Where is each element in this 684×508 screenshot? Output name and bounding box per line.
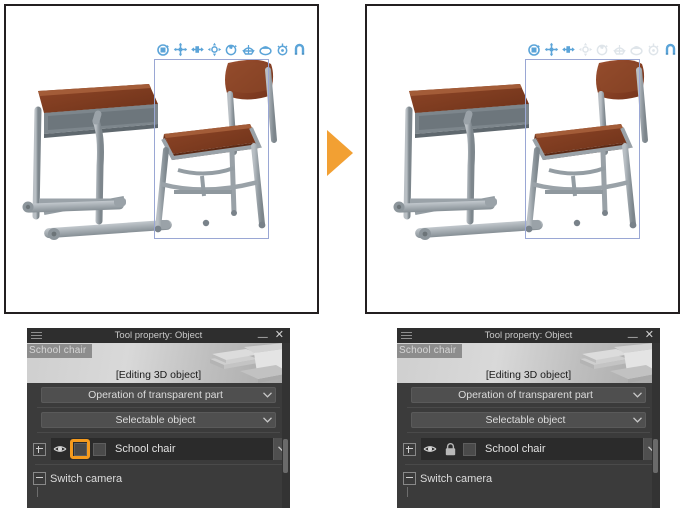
expand-object-button[interactable] bbox=[403, 442, 416, 456]
tree-connector-line bbox=[407, 487, 408, 497]
lock-closed-icon bbox=[445, 442, 455, 455]
rotate-object-icon[interactable] bbox=[527, 42, 542, 57]
move-depth-icon[interactable] bbox=[561, 42, 576, 57]
object-preview-strip: School chair [Editing 3D object] bbox=[397, 343, 660, 383]
chevron-down-icon bbox=[629, 417, 645, 423]
lock-toggle[interactable] bbox=[69, 438, 91, 460]
object-name-label: School chair bbox=[485, 443, 546, 455]
minimize-button[interactable]: — bbox=[628, 332, 638, 343]
minimize-button[interactable]: — bbox=[258, 332, 268, 343]
object-checkbox[interactable] bbox=[93, 442, 106, 456]
preview-object-chip: School chair bbox=[27, 344, 93, 358]
dropdown-label: Selectable object bbox=[485, 414, 566, 426]
dropdown-row-selectable: Selectable object bbox=[27, 408, 290, 428]
tree-connector-line bbox=[37, 487, 38, 497]
tool-property-panel-before[interactable]: Tool property: Object — ✕ School chair [… bbox=[27, 328, 290, 508]
rotate-camera-icon bbox=[612, 42, 627, 57]
switch-camera-tree-item[interactable]: Switch camera bbox=[397, 472, 660, 497]
dropdown-label: Operation of transparent part bbox=[458, 389, 593, 401]
panel-scrollbar[interactable] bbox=[282, 343, 290, 508]
chevron-down-icon bbox=[629, 392, 645, 398]
zoom-camera-icon bbox=[646, 42, 661, 57]
window-controls[interactable]: — ✕ bbox=[628, 330, 660, 344]
move-depth-icon[interactable] bbox=[190, 42, 205, 57]
dropdown-operation-of-transparent-part[interactable]: Operation of transparent part bbox=[411, 387, 646, 403]
visibility-eye-icon[interactable] bbox=[51, 444, 69, 454]
pan-camera-icon[interactable] bbox=[258, 42, 273, 57]
dropdown-label: Operation of transparent part bbox=[88, 389, 223, 401]
rotate-object-icon[interactable] bbox=[156, 42, 171, 57]
move-object-icon[interactable] bbox=[544, 42, 559, 57]
close-button[interactable]: ✕ bbox=[275, 330, 284, 341]
panel-scrollbar[interactable] bbox=[652, 343, 660, 508]
object-checkbox[interactable] bbox=[463, 442, 476, 456]
object-preview-strip: School chair [Editing 3D object] bbox=[27, 343, 290, 383]
panel-titlebar[interactable]: Tool property: Object — ✕ bbox=[27, 328, 290, 343]
panel-titlebar[interactable]: Tool property: Object — ✕ bbox=[397, 328, 660, 343]
preview-status-text: [Editing 3D object] bbox=[485, 369, 572, 381]
hamburger-menu-icon[interactable] bbox=[401, 328, 417, 343]
object-list-row-wrapper: School chair bbox=[397, 433, 660, 460]
switch-camera-label: Switch camera bbox=[420, 472, 493, 485]
panel-scrollbar-thumb[interactable] bbox=[283, 439, 288, 473]
panel-title: Tool property: Object bbox=[114, 330, 203, 341]
window-controls[interactable]: — ✕ bbox=[258, 330, 290, 344]
preview-object-chip: School chair bbox=[397, 344, 463, 358]
move-object-icon[interactable] bbox=[173, 42, 188, 57]
panel-scrollbar-thumb[interactable] bbox=[653, 439, 658, 473]
object-name-label: School chair bbox=[115, 443, 176, 455]
scene-3d-after[interactable] bbox=[367, 6, 678, 312]
divider bbox=[35, 464, 282, 465]
flow-arrow-icon bbox=[327, 130, 353, 176]
tool-property-panel-after[interactable]: Tool property: Object — ✕ School chair [… bbox=[397, 328, 660, 508]
viewport-after[interactable] bbox=[365, 4, 680, 314]
rotate-camera-icon[interactable] bbox=[241, 42, 256, 57]
chevron-down-icon bbox=[259, 417, 275, 423]
collapse-switch-camera-button[interactable] bbox=[403, 472, 416, 485]
preview-status-text: [Editing 3D object] bbox=[115, 369, 202, 381]
selection-bounding-box-after[interactable] bbox=[525, 59, 640, 239]
dropdown-row-transparent: Operation of transparent part bbox=[397, 383, 660, 403]
selection-bounding-box-before[interactable] bbox=[154, 59, 269, 239]
viewport-before[interactable] bbox=[4, 4, 319, 314]
object-list-row[interactable]: School chair bbox=[51, 438, 290, 460]
magnet-snap-icon[interactable] bbox=[292, 42, 307, 57]
switch-camera-label: Switch camera bbox=[50, 472, 123, 485]
dropdown-label: Selectable object bbox=[115, 414, 196, 426]
object-gizmo-toolbar-before[interactable] bbox=[156, 42, 307, 57]
pan-camera-icon bbox=[629, 42, 644, 57]
figure-root: Tool property: Object — ✕ School chair [… bbox=[0, 0, 684, 508]
object-gizmo-toolbar-after[interactable] bbox=[527, 42, 678, 57]
move-root-icon[interactable] bbox=[207, 42, 222, 57]
chevron-down-icon bbox=[259, 392, 275, 398]
magnet-snap-icon[interactable] bbox=[663, 42, 678, 57]
divider bbox=[405, 464, 652, 465]
dropdown-selectable-object[interactable]: Selectable object bbox=[41, 412, 276, 428]
object-list-row[interactable]: School chair bbox=[421, 438, 660, 460]
rotate-part-icon[interactable] bbox=[224, 42, 239, 57]
lock-toggle[interactable] bbox=[439, 438, 461, 460]
close-button[interactable]: ✕ bbox=[645, 330, 654, 341]
scene-3d-before[interactable] bbox=[6, 6, 317, 312]
collapse-switch-camera-button[interactable] bbox=[33, 472, 46, 485]
dropdown-selectable-object[interactable]: Selectable object bbox=[411, 412, 646, 428]
hamburger-menu-icon[interactable] bbox=[31, 328, 47, 343]
move-root-icon bbox=[578, 42, 593, 57]
panel-title: Tool property: Object bbox=[484, 330, 573, 341]
lock-unlocked-box bbox=[73, 442, 87, 456]
rotate-part-icon bbox=[595, 42, 610, 57]
expand-object-button[interactable] bbox=[33, 442, 46, 456]
dropdown-row-selectable: Selectable object bbox=[397, 408, 660, 428]
dropdown-row-transparent: Operation of transparent part bbox=[27, 383, 290, 403]
zoom-camera-icon[interactable] bbox=[275, 42, 290, 57]
object-list-row-wrapper: School chair bbox=[27, 433, 290, 460]
switch-camera-tree-item[interactable]: Switch camera bbox=[27, 472, 290, 497]
visibility-eye-icon[interactable] bbox=[421, 444, 439, 454]
dropdown-operation-of-transparent-part[interactable]: Operation of transparent part bbox=[41, 387, 276, 403]
